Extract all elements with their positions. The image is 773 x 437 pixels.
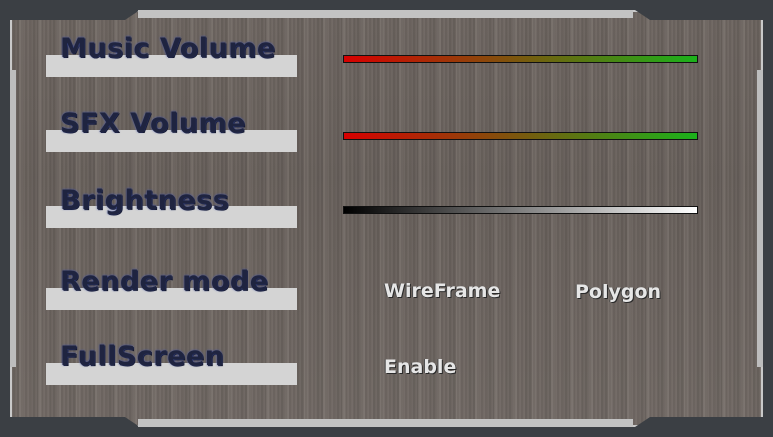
brightness-slider[interactable]: [343, 206, 698, 214]
music-volume-label: Music Volume: [60, 33, 276, 64]
fullscreen-enable-option[interactable]: Enable: [384, 356, 456, 378]
options-window: Music Volume SFX Volume Brightness Rende…: [0, 0, 773, 437]
left-rail: [10, 70, 16, 367]
music-volume-slider[interactable]: [343, 55, 698, 63]
right-rail: [757, 70, 763, 367]
fullscreen-label: FullScreen: [60, 341, 225, 372]
polygon-option[interactable]: Polygon: [575, 281, 661, 303]
sfx-volume-label: SFX Volume: [60, 108, 246, 139]
bottom-trim: [138, 419, 633, 427]
brightness-label: Brightness: [60, 185, 230, 216]
render-mode-label: Render mode: [60, 266, 269, 297]
wireframe-option[interactable]: WireFrame: [384, 280, 500, 302]
sfx-volume-slider[interactable]: [343, 132, 698, 140]
top-trim: [138, 10, 633, 18]
